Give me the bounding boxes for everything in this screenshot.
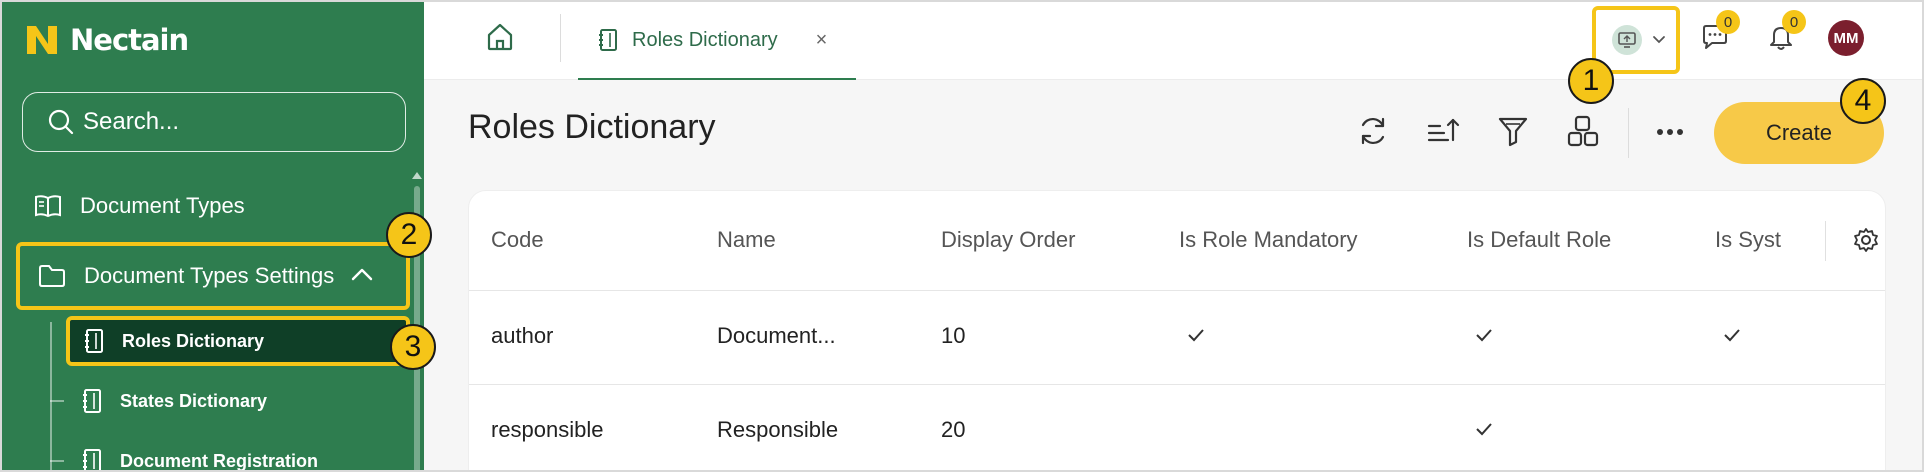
callout-badge: 2 [386, 212, 432, 258]
notifications-count-badge: 0 [1782, 10, 1806, 34]
tab-roles-dictionary[interactable]: Roles Dictionary × [578, 2, 856, 80]
search-icon [48, 109, 74, 135]
table-row[interactable]: responsible Responsible 20 [469, 385, 1885, 470]
messages-count-badge: 0 [1716, 10, 1740, 34]
callout-badge: 1 [1568, 58, 1614, 104]
sidebar-item-roles-dictionary[interactable]: Roles Dictionary [66, 316, 410, 366]
column-header-is-role-mandatory[interactable]: Is Role Mandatory [1179, 227, 1358, 253]
sort-icon[interactable] [1426, 114, 1460, 148]
refresh-icon[interactable] [1356, 114, 1390, 148]
cell-name: Responsible [717, 417, 839, 442]
more-options-icon[interactable] [1654, 120, 1686, 144]
filter-icon[interactable] [1496, 114, 1530, 148]
close-icon[interactable]: × [816, 29, 828, 52]
sidebar-item-states-dictionary[interactable]: States Dictionary [68, 376, 408, 426]
layout-grid-icon[interactable] [1566, 114, 1600, 148]
home-icon[interactable] [486, 22, 514, 52]
top-bar: Roles Dictionary × 0 0 MM [424, 2, 1922, 80]
nectain-logo-icon [27, 26, 57, 54]
checkmark-icon [1476, 329, 1492, 342]
divider [560, 14, 561, 62]
table-header: Code Name Display Order Is Role Mandator… [469, 191, 1885, 291]
column-header-is-default-role[interactable]: Is Default Role [1467, 227, 1611, 253]
workspace-icon [1612, 25, 1642, 55]
checkmark-icon [1476, 423, 1492, 436]
notebook-icon [83, 449, 101, 470]
sidebar-sub-item-label: Document Registration [120, 450, 319, 471]
sidebar-item-label: Document Types Settings [84, 263, 335, 288]
callout-badge: 3 [390, 324, 436, 370]
divider [1825, 221, 1826, 261]
sidebar-item-document-registration[interactable]: Document Registration [68, 436, 408, 471]
search-placeholder: Search... [83, 108, 180, 135]
sidebar-sub-item-label: States Dictionary [120, 390, 268, 411]
brand[interactable]: Nectain [24, 20, 189, 60]
cell-display-order: 10 [941, 323, 966, 348]
tree-connector [50, 460, 64, 462]
gear-icon[interactable] [1853, 227, 1879, 253]
app-window: Nectain Search... Document Types Documen… [0, 0, 1924, 472]
open-book-icon [35, 195, 61, 218]
tab-label: Roles Dictionary [632, 28, 778, 51]
sidebar-item-document-types-settings[interactable]: Document Types Settings [16, 242, 410, 310]
notebook-icon [83, 389, 101, 413]
divider [1628, 108, 1629, 158]
cell-name: Document... [717, 323, 836, 348]
chevron-up-icon[interactable] [350, 266, 374, 282]
roles-table: Code Name Display Order Is Role Mandator… [468, 190, 1886, 470]
sidebar-item-document-types[interactable]: Document Types [16, 174, 408, 238]
search-input[interactable]: Search... [22, 92, 406, 152]
column-header-display-order[interactable]: Display Order [941, 227, 1075, 253]
sidebar-item-label: Document Types [80, 193, 245, 218]
column-header-is-system[interactable]: Is Syst [1715, 227, 1823, 253]
checkmark-icon [1188, 329, 1204, 342]
brand-name: Nectain [70, 23, 189, 57]
tree-connector [50, 400, 64, 402]
main-content: Roles Dictionary Create Code Name Displa… [424, 80, 1922, 470]
column-header-name[interactable]: Name [717, 227, 776, 253]
checkmark-icon [1724, 329, 1740, 342]
chevron-down-icon [1653, 36, 1665, 44]
callout-badge: 4 [1840, 78, 1886, 124]
page-title: Roles Dictionary [468, 108, 716, 146]
table-row[interactable]: author Document... 10 [469, 291, 1885, 385]
tree-connector [50, 322, 52, 470]
column-header-code[interactable]: Code [491, 227, 544, 253]
cell-display-order: 20 [941, 417, 966, 442]
sidebar-sub-item-label: Roles Dictionary [122, 330, 265, 351]
notebook-icon [85, 329, 103, 353]
notebook-icon [599, 29, 617, 51]
sidebar: Nectain Search... Document Types Documen… [2, 2, 424, 471]
folder-icon [39, 265, 65, 287]
scroll-up-arrow-icon[interactable] [412, 172, 422, 179]
cell-code: author [491, 323, 554, 348]
avatar[interactable]: MM [1828, 20, 1864, 56]
cell-code: responsible [491, 417, 604, 442]
